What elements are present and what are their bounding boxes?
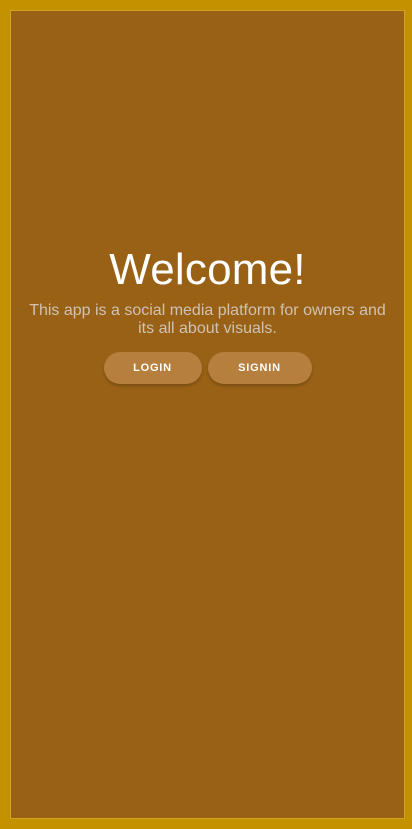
auth-actions: LOGIN SIGNIN <box>11 352 404 384</box>
signin-button[interactable]: SIGNIN <box>207 352 312 384</box>
welcome-screen: Welcome! This app is a social media plat… <box>10 10 405 819</box>
device-frame: Welcome! This app is a social media plat… <box>0 0 412 829</box>
welcome-description: This app is a social media platform for … <box>29 302 386 337</box>
login-button[interactable]: LOGIN <box>103 352 202 384</box>
welcome-content: Welcome! This app is a social media plat… <box>11 246 404 384</box>
welcome-title: Welcome! <box>109 245 306 294</box>
